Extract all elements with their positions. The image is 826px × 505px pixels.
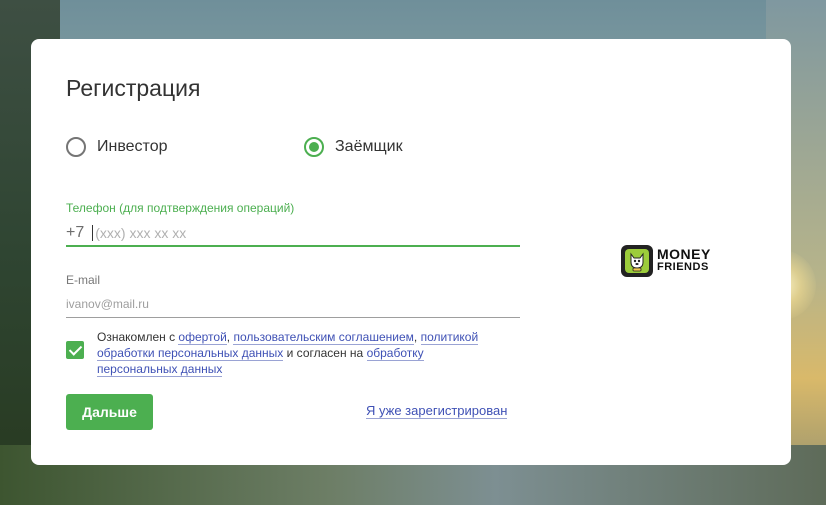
consent-text-2: и согласен на xyxy=(283,346,367,360)
next-button[interactable]: Дальше xyxy=(66,394,153,430)
radio-borrower-label: Заёмщик xyxy=(335,138,403,155)
consent-block: Ознакомлен с офертой, пользовательским с… xyxy=(66,329,526,377)
money-friends-logo: MONEY FRIENDS xyxy=(621,245,711,277)
phone-prefix: +7 xyxy=(66,224,85,241)
radio-checked-icon xyxy=(304,137,324,157)
already-registered-link[interactable]: Я уже зарегистрирован xyxy=(366,403,508,419)
logo-line-money: MONEY xyxy=(657,246,711,262)
email-field xyxy=(66,292,520,318)
dog-icon xyxy=(625,249,649,273)
email-label: E-mail xyxy=(66,273,101,287)
email-input[interactable] xyxy=(66,292,520,316)
user-agreement-link[interactable]: пользовательским соглашением xyxy=(233,330,414,345)
page-title: Регистрация xyxy=(66,75,201,101)
consent-text-1: Ознакомлен с xyxy=(97,330,179,344)
logo-text: MONEY FRIENDS xyxy=(657,246,711,274)
phone-input[interactable] xyxy=(92,225,473,241)
consent-checkbox[interactable] xyxy=(66,341,84,359)
phone-field: +7 xyxy=(66,221,520,247)
logo-line-friends: FRIENDS xyxy=(657,261,709,273)
offer-link[interactable]: офертой xyxy=(178,330,227,345)
consent-sep-2: , xyxy=(413,330,421,344)
radio-unchecked-icon xyxy=(66,137,86,157)
logo-badge xyxy=(621,245,653,277)
radio-borrower[interactable]: Заёмщик xyxy=(304,137,403,157)
phone-label: Телефон (для подтверждения операций) xyxy=(66,201,295,215)
registration-card: Регистрация Инвестор Заёмщик Телефон (дл… xyxy=(31,39,791,465)
radio-investor[interactable]: Инвестор xyxy=(66,137,168,157)
consent-text: Ознакомлен с офертой, пользовательским с… xyxy=(97,329,507,377)
radio-investor-label: Инвестор xyxy=(97,138,168,155)
